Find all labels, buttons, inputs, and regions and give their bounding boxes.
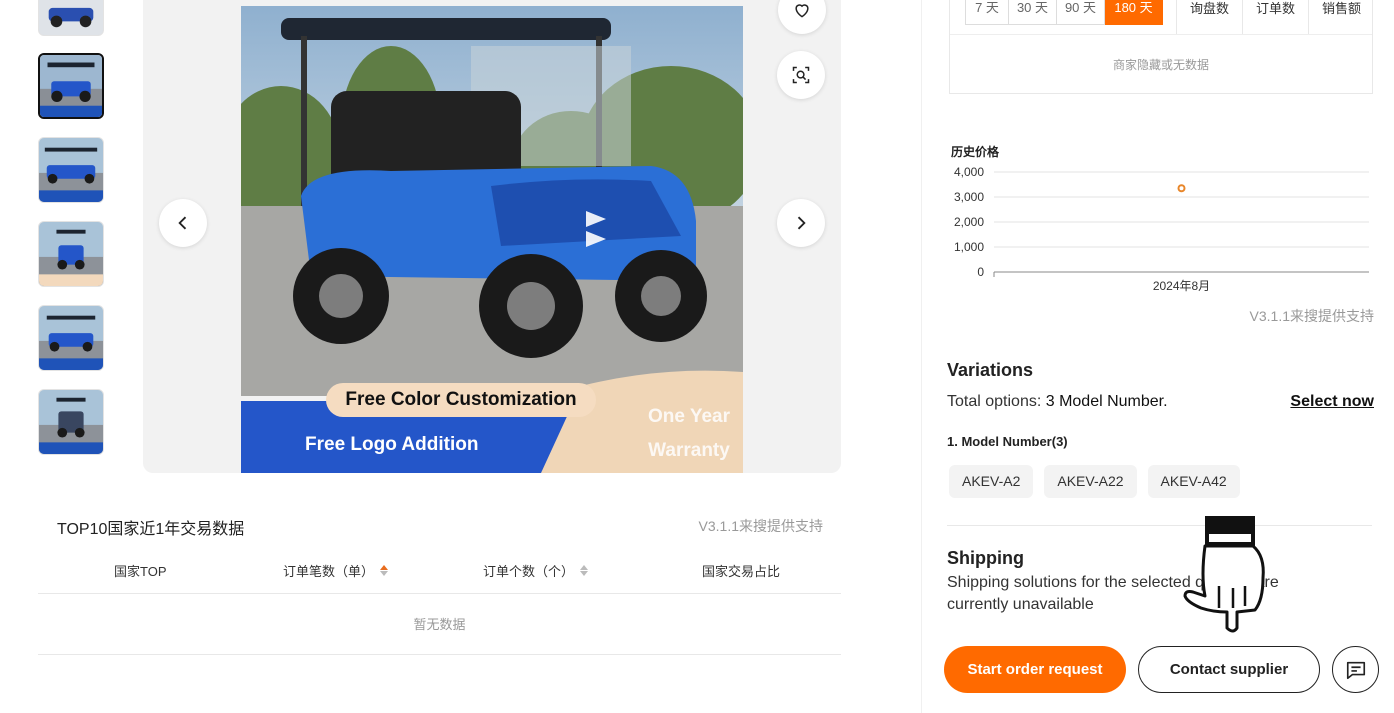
column-label: 国家交易占比 [702,564,781,579]
variations-total-label: Total options: [947,393,1042,410]
shipping-title: Shipping [947,548,1024,568]
model-option-a42[interactable]: AKEV-A42 [1147,465,1240,498]
chevron-right-icon [797,216,806,230]
stat-orders: 订单数 [1242,0,1308,34]
thumbnail-6[interactable] [38,389,104,455]
range-tab-90[interactable]: 90 天 [1057,0,1105,25]
product-info-panel: 7 天 30 天 90 天 180 天 询盘数 订单数 销售额 商家隐藏或无数据… [921,0,1394,713]
range-tab-7[interactable]: 7 天 [965,0,1009,25]
main-image-stage: Free Color Customization Free Logo Addit… [143,0,841,473]
y-tick-label: 4,000 [954,165,984,179]
price-point[interactable] [1177,184,1186,193]
select-now-link[interactable]: Select now [1290,393,1374,411]
model-option-a2[interactable]: AKEV-A2 [949,465,1034,498]
y-tick-label: 3,000 [954,190,984,204]
y-tick-label: 2,000 [954,215,984,229]
image-search-icon [792,66,810,84]
column-label: 订单个数（个） [483,564,575,579]
next-image-button[interactable] [777,199,825,247]
trade-data-title: TOP10国家近1年交易数据 [57,521,245,538]
banner-logo-addition: Free Logo Addition [305,434,479,455]
trade-table-header: 国家TOP 订单笔数（单） 订单个数（个） 国家交易占比 [38,548,841,594]
chat-button[interactable] [1332,646,1379,693]
variations-total: Total options: 3 Model Number. [947,393,1168,411]
column-order-count[interactable]: 订单笔数（单） [283,561,389,580]
trade-data-credit: V3.1.1来搜提供支持 [698,518,823,534]
banner-warranty: One Year Warranty [647,406,731,461]
y-tick-label: 1,000 [954,240,984,254]
stats-empty-state: 商家隐藏或无数据 [950,34,1372,95]
stat-sales: 销售额 [1308,0,1374,34]
variations-total-value: 3 Model Number. [1045,393,1168,410]
section-divider [947,525,1372,526]
price-history-chart: 0 1,000 2,000 3,000 4,000 2024年8月 [954,165,1369,293]
hand-cursor-icon [1183,516,1265,633]
column-label: 订单笔数（单） [283,564,375,579]
image-search-button[interactable] [777,51,825,99]
stats-box: 7 天 30 天 90 天 180 天 询盘数 订单数 销售额 商家隐藏或无数据 [949,0,1373,94]
range-tabs: 7 天 30 天 90 天 180 天 [965,0,1163,25]
column-order-quantity[interactable]: 订单个数（个） [483,561,589,580]
model-number-title: 1. Model Number(3) [947,434,1068,449]
start-order-button[interactable]: Start order request [944,646,1126,693]
range-tab-180[interactable]: 180 天 [1105,0,1163,25]
column-country-share: 国家交易占比 [702,561,780,580]
contact-supplier-button[interactable]: Contact supplier [1138,646,1320,693]
sort-icon[interactable] [580,565,589,576]
thumbnail-1[interactable] [38,0,104,36]
thumbnail-4[interactable] [38,221,104,287]
previous-image-button[interactable] [159,199,207,247]
x-tick-label: 2024年8月 [1153,279,1210,293]
column-label: 国家TOP [114,564,167,579]
chevron-left-icon [178,216,187,230]
stat-inquiries: 询盘数 [1176,0,1242,34]
trade-empty-state: 暂无数据 [38,595,841,655]
variations-title: Variations [947,360,1034,380]
sort-icon[interactable] [380,565,389,576]
thumbnail-3[interactable] [38,137,104,203]
y-tick-label: 0 [977,265,984,279]
price-history-title: 历史价格 [951,145,1000,159]
range-tab-30[interactable]: 30 天 [1009,0,1057,25]
column-country-top: 国家TOP [114,561,167,580]
shipping-description: Shipping solutions for the selected quan… [947,574,1279,613]
price-history-credit: V3.1.1来搜提供支持 [1249,308,1374,324]
main-product-image[interactable]: Free Color Customization Free Logo Addit… [241,6,743,473]
chat-icon [1346,661,1365,679]
model-options: AKEV-A2 AKEV-A22 AKEV-A42 [949,465,1240,498]
thumbnail-5[interactable] [38,305,104,371]
model-option-a22[interactable]: AKEV-A22 [1044,465,1137,498]
heart-icon [795,4,809,18]
stat-columns: 询盘数 订单数 销售额 [1176,0,1374,34]
thumbnail-2[interactable] [38,53,104,119]
banner-color-customization: Free Color Customization [326,383,596,417]
favorite-button[interactable] [778,0,826,34]
